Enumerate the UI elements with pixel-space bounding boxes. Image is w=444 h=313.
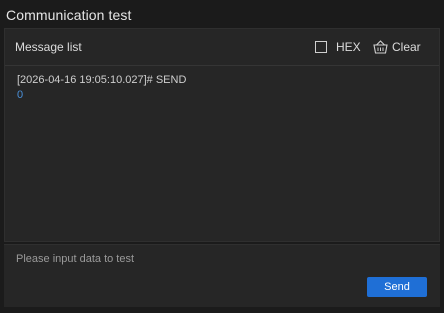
- window-title: Communication test: [6, 7, 132, 23]
- basket-icon: [373, 40, 388, 54]
- hex-checkbox[interactable]: [315, 41, 327, 53]
- message-list-panel: Message list HEX Clear [2026-04-16 19:05…: [4, 28, 440, 242]
- input-area: Send: [4, 244, 440, 307]
- message-log: [2026-04-16 19:05:10.027]# SEND 0: [17, 73, 429, 102]
- send-button[interactable]: Send: [367, 277, 427, 297]
- clear-button[interactable]: Clear: [373, 38, 421, 56]
- clear-label: Clear: [392, 40, 421, 54]
- hex-label: HEX: [336, 40, 361, 54]
- hex-toggle[interactable]: HEX: [315, 39, 361, 55]
- message-list-header: Message list HEX Clear: [5, 29, 439, 66]
- message-body: 0: [17, 89, 24, 101]
- message-item: [2026-04-16 19:05:10.027]# SEND 0: [17, 73, 429, 102]
- message-header: [2026-04-16 19:05:10.027]# SEND: [17, 74, 187, 86]
- test-data-input[interactable]: [16, 250, 416, 268]
- message-list-title: Message list: [15, 40, 82, 54]
